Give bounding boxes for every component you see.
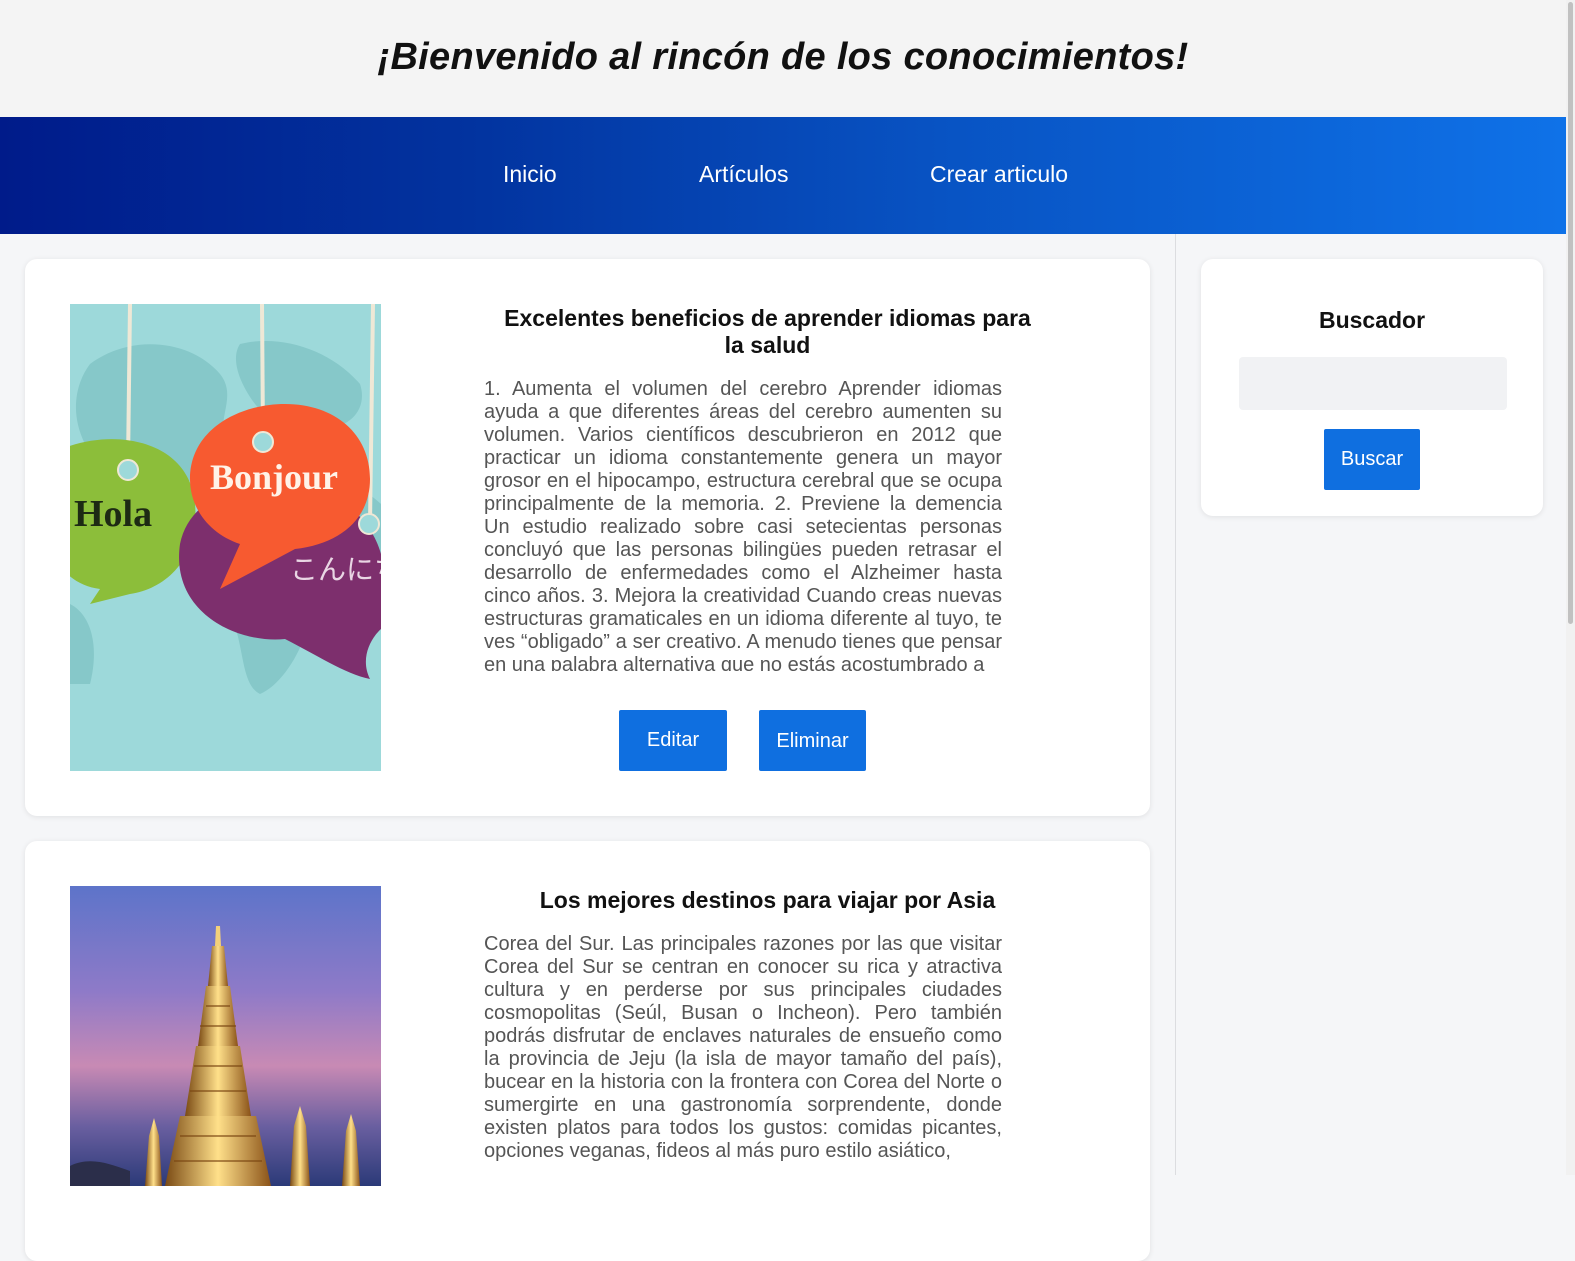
search-panel: Buscador Buscar bbox=[1201, 259, 1543, 516]
scrollbar-thumb[interactable] bbox=[1568, 2, 1573, 624]
edit-button[interactable]: Editar bbox=[619, 710, 727, 771]
article-card: Hola こんにちは Bonjour Excelentes beneficios… bbox=[25, 259, 1150, 816]
nav-link-inicio[interactable]: Inicio bbox=[503, 161, 557, 188]
page-title: ¡Bienvenido al rincón de los conocimient… bbox=[377, 36, 1189, 78]
search-input[interactable] bbox=[1239, 357, 1507, 410]
column-divider bbox=[1175, 234, 1176, 1175]
delete-button[interactable]: Eliminar bbox=[759, 710, 866, 771]
konnichiwa-label: こんにちは bbox=[290, 553, 381, 586]
article-image-temple bbox=[70, 886, 381, 1186]
nav-link-crear-articulo[interactable]: Crear articulo bbox=[930, 161, 1068, 188]
site-header: ¡Bienvenido al rincón de los conocimient… bbox=[0, 0, 1566, 117]
nav-link-articulos[interactable]: Artículos bbox=[699, 161, 788, 188]
article-excerpt: 1. Aumenta el volumen del cerebro Aprend… bbox=[484, 378, 1002, 671]
article-excerpt: Corea del Sur. Las principales razones p… bbox=[484, 933, 1002, 1162]
article-image-languages: Hola こんにちは Bonjour bbox=[70, 304, 381, 771]
bonjour-label: Bonjour bbox=[210, 457, 338, 497]
page-scrollbar[interactable] bbox=[1566, 0, 1575, 1175]
search-button[interactable]: Buscar bbox=[1324, 429, 1420, 490]
article-card: Los mejores destinos para viajar por Asi… bbox=[25, 841, 1150, 1261]
main-nav: Inicio Artículos Crear articulo bbox=[0, 117, 1566, 234]
hola-label: Hola bbox=[74, 493, 152, 535]
article-title: Los mejores destinos para viajar por Asi… bbox=[539, 887, 996, 913]
search-panel-title: Buscador bbox=[1318, 307, 1426, 333]
article-title: Excelentes beneficios de aprender idioma… bbox=[504, 305, 1031, 358]
